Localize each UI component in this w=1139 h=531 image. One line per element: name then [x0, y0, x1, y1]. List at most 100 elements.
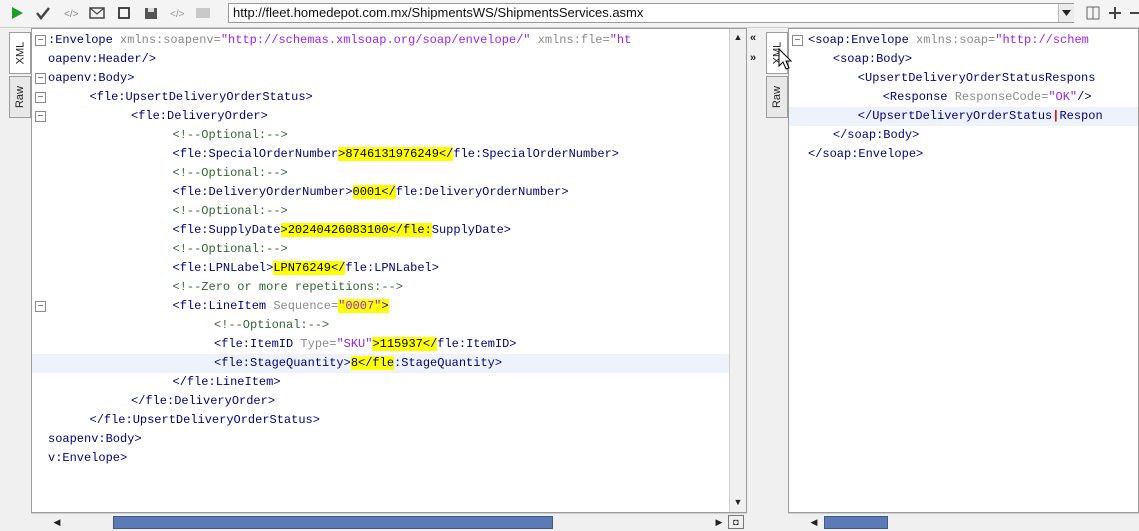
highlighted-token: 8746131976249	[345, 147, 439, 161]
code-token: </fle:UpsertDeliveryOrderStatus>	[89, 413, 320, 427]
svg-text:</>: </>	[64, 9, 79, 20]
code-token: oapenv:Body>	[48, 71, 135, 85]
endpoint-url-field[interactable]: http://fleet.homedepot.com.mx/ShipmentsW…	[228, 3, 1074, 23]
scroll-left-icon[interactable]: ◀	[806, 514, 822, 531]
code-token: oapenv:Header/>	[48, 52, 157, 66]
highlighted-token: </	[438, 147, 454, 161]
highlighted-token: </	[422, 337, 438, 351]
minus-icon[interactable]	[1126, 4, 1139, 22]
request-scroll-thumb[interactable]	[113, 516, 553, 529]
fold-toggle-icon[interactable]: −	[792, 35, 803, 46]
code-line[interactable]: <Response ResponseCode="OK"/>	[789, 88, 1138, 107]
tab-request-xml[interactable]: XML	[9, 32, 31, 74]
code-line[interactable]: − <fle:LineItem Sequence="0007">	[32, 297, 746, 316]
code-token: <!--Optional:-->	[172, 128, 288, 142]
code-token: <!--Optional:-->	[172, 204, 288, 218]
code-line[interactable]: <!--Optional:-->	[32, 126, 746, 145]
fold-toggle-icon[interactable]: −	[35, 73, 46, 84]
code-line[interactable]: </fle:UpsertDeliveryOrderStatus>	[32, 411, 746, 430]
blank-icon[interactable]	[194, 4, 212, 22]
response-xml-code[interactable]: − <soap:Envelope xmlns:soap="http://schem…	[789, 29, 1138, 512]
response-horizontal-scrollbar[interactable]: ◀	[788, 513, 1139, 531]
code-line[interactable]: oapenv:Header/>	[32, 50, 746, 69]
code-line[interactable]: <fle:DeliveryOrderNumber>0001</fle:Deliv…	[32, 183, 746, 202]
code-line[interactable]: <soap:Body>	[789, 50, 1138, 69]
code-line[interactable]: <fle:StageQuantity>8</fle:StageQuantity>	[32, 354, 746, 373]
response-scroll-thumb[interactable]	[824, 516, 888, 529]
code-token: <fle:SupplyDate	[172, 223, 281, 237]
stop-icon[interactable]	[115, 4, 133, 22]
code-token: <fle:ItemID	[214, 337, 301, 351]
scroll-up-icon[interactable]: ▲	[730, 29, 746, 45]
code-line[interactable]: </soap:Body>	[789, 126, 1138, 145]
request-editor[interactable]: −:Envelope xmlns:soapenv="http://schemas…	[31, 28, 747, 513]
code-line[interactable]: </soap:Envelope>	[789, 145, 1138, 164]
fold-toggle-icon[interactable]: −	[35, 301, 46, 312]
response-editor[interactable]: − <soap:Envelope xmlns:soap="http://schem…	[788, 28, 1139, 513]
split-icon[interactable]	[1084, 4, 1102, 22]
request-horizontal-scrollbar[interactable]: ◀ ▶ ◘	[31, 513, 747, 531]
code-line[interactable]: <!--Optional:-->	[32, 316, 746, 335]
wsdl-icon[interactable]: </>	[62, 4, 80, 22]
expand-icon[interactable]: »	[750, 52, 756, 64]
scroll-left-icon[interactable]: ◀	[49, 514, 65, 531]
add-icon[interactable]	[1106, 4, 1124, 22]
code-line[interactable]: <!--Zero or more repetitions:-->	[32, 278, 746, 297]
highlighted-token: </fle	[358, 356, 395, 370]
code-line[interactable]: </fle:DeliveryOrder>	[32, 392, 746, 411]
request-xml-code[interactable]: −:Envelope xmlns:soapenv="http://schemas…	[32, 29, 746, 512]
validate-icon[interactable]	[34, 4, 52, 22]
corner-icon[interactable]: ◘	[728, 515, 744, 529]
code-token: </soap:Body>	[832, 128, 920, 142]
code-line[interactable]: − <soap:Envelope xmlns:soap="http://schem	[789, 31, 1138, 50]
mouse-cursor-icon	[778, 47, 793, 75]
highlighted-token: 8	[350, 356, 359, 370]
code-line[interactable]: <fle:LPNLabel>LPN76249</fle:LPNLabel>	[32, 259, 746, 278]
code-line[interactable]: <fle:ItemID Type="SKU">115937</fle:ItemI…	[32, 335, 746, 354]
fold-toggle-icon[interactable]: −	[35, 111, 46, 122]
code-line[interactable]: v:Envelope>	[32, 449, 746, 468]
collapse-icon[interactable]: «	[750, 32, 756, 44]
code-line[interactable]: <!--Optional:-->	[32, 240, 746, 259]
highlighted-token: </fle:	[388, 223, 432, 237]
code-token: </fle:DeliveryOrder>	[131, 394, 276, 408]
scroll-right-icon[interactable]: ▶	[711, 514, 727, 531]
request-vertical-scrollbar[interactable]: ▲ ▼	[729, 29, 746, 512]
code-token: xmlns:soapenv=	[120, 33, 221, 47]
play-icon[interactable]	[8, 4, 26, 22]
highlighted-token: >	[372, 337, 380, 351]
code-line[interactable]: − oapenv:Body>	[32, 69, 746, 88]
highlighted-token: 0001	[352, 185, 382, 199]
highlighted-token: </	[330, 261, 346, 275]
code-line[interactable]: <fle:SpecialOrderNumber>8746131976249</f…	[32, 145, 746, 164]
save-icon[interactable]	[142, 4, 160, 22]
code-line[interactable]: <!--Optional:-->	[32, 164, 746, 183]
code-line[interactable]: <!--Optional:-->	[32, 202, 746, 221]
tab-response-raw[interactable]: Raw	[766, 76, 788, 118]
code-token: </fle:LineItem>	[172, 375, 281, 389]
highlighted-token: 115937	[379, 337, 423, 351]
dropdown-icon[interactable]	[1058, 4, 1074, 22]
code-line[interactable]: −:Envelope xmlns:soapenv="http://schemas…	[32, 31, 746, 50]
code-token: <soap:Envelope	[808, 33, 917, 47]
code-token: <!--Optional:-->	[214, 318, 330, 332]
scroll-down-icon[interactable]: ▼	[730, 494, 746, 510]
code-line[interactable]: </fle:LineItem>	[32, 373, 746, 392]
highlighted-token: "0007"	[338, 299, 382, 313]
code-line[interactable]: </UpsertDeliveryOrderStatus|Respon	[789, 107, 1138, 126]
code-line[interactable]: − <fle:UpsertDeliveryOrderStatus>	[32, 88, 746, 107]
code-token: />	[1077, 90, 1092, 104]
envelope-icon[interactable]	[88, 4, 106, 22]
code-token: <!--Optional:-->	[172, 242, 288, 256]
code-line[interactable]: <UpsertDeliveryOrderStatusRespons	[789, 69, 1138, 88]
settings-icon[interactable]: </>	[168, 4, 186, 22]
code-line[interactable]: soapenv:Body>	[32, 430, 746, 449]
fold-toggle-icon[interactable]: −	[35, 92, 46, 103]
code-token: <fle:LineItem	[172, 299, 274, 313]
response-view-tabs: XML Raw	[766, 32, 788, 120]
tab-request-raw[interactable]: Raw	[9, 76, 31, 118]
code-token: Type=	[300, 337, 337, 351]
code-line[interactable]: − <fle:DeliveryOrder>	[32, 107, 746, 126]
code-line[interactable]: <fle:SupplyDate>20240426083100</fle:Supp…	[32, 221, 746, 240]
fold-toggle-icon[interactable]: −	[35, 35, 46, 46]
